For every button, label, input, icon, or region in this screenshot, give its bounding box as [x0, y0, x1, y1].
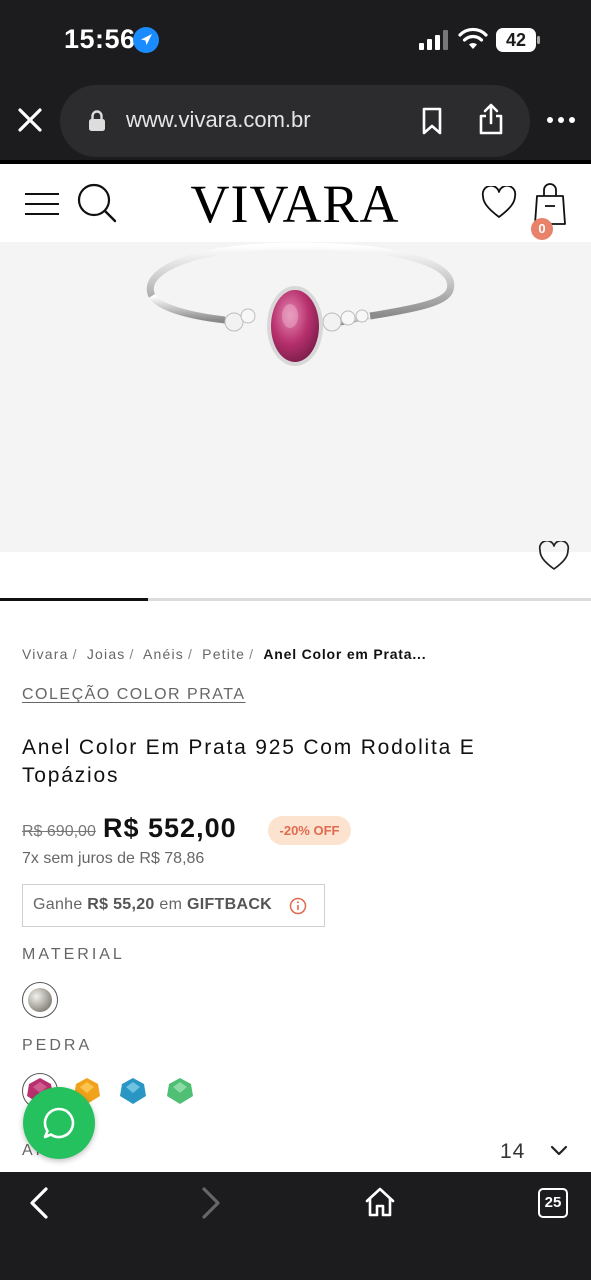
search-icon[interactable]: [76, 182, 118, 224]
material-label: MATERIAL: [22, 946, 125, 963]
old-price: R$ 690,00: [22, 823, 96, 840]
lock-icon: [89, 110, 105, 131]
whatsapp-button[interactable]: [23, 1087, 95, 1159]
breadcrumb-item[interactable]: Joias: [87, 646, 126, 662]
size-select-value[interactable]: 14: [500, 1140, 525, 1164]
forward-icon[interactable]: [196, 1186, 224, 1220]
installments-text: 7x sem juros de R$ 78,86: [22, 850, 205, 867]
ring-image: [146, 242, 455, 366]
breadcrumb: Vivara / Joias / Anéis / Petite / Anel Color…: [22, 646, 427, 662]
location-arrow-icon: [133, 27, 159, 53]
back-icon[interactable]: [26, 1186, 54, 1220]
status-time: 15:56: [64, 24, 136, 54]
site-header: VIVARA 0: [0, 160, 591, 242]
signal-icon: [419, 30, 448, 50]
cart-count-badge: 0: [531, 218, 553, 240]
product-image[interactable]: [0, 242, 591, 552]
heart-icon[interactable]: [481, 186, 517, 220]
tabs-icon[interactable]: 25: [538, 1188, 568, 1218]
favorite-icon[interactable]: [538, 541, 570, 571]
stone-label: PEDRA: [22, 1037, 93, 1054]
current-price: R$ 552,00: [103, 813, 237, 843]
breadcrumb-item[interactable]: Petite: [202, 646, 245, 662]
info-icon[interactable]: [289, 897, 307, 915]
whatsapp-icon: [43, 1107, 75, 1139]
status-bar: 15:56 42: [0, 0, 591, 80]
close-icon[interactable]: [14, 104, 46, 136]
home-icon[interactable]: [364, 1186, 396, 1218]
bottom-toolbar: 25: [0, 1172, 591, 1280]
breadcrumb-item[interactable]: Anéis: [143, 646, 184, 662]
url-text: www.vivara.com.br: [126, 107, 311, 132]
breadcrumb-item[interactable]: Vivara: [22, 646, 69, 662]
stone-swatch-blue-topaz[interactable]: [118, 1076, 148, 1106]
breadcrumb-current: Anel Color em Prata...: [263, 646, 427, 662]
giftback-box: Ganhe R$ 55,20 em GIFTBACK: [22, 884, 325, 927]
carousel-progress: [0, 598, 148, 601]
giftback-word: GIFTBACK: [186, 896, 273, 913]
product-title: Anel Color Em Prata 925 Com Rodolita E T…: [22, 736, 476, 787]
address-bar[interactable]: www.vivara.com.br: [60, 85, 530, 157]
stone-swatch-green[interactable]: [165, 1076, 195, 1106]
giftback-amount: R$ 55,20: [87, 896, 155, 913]
wifi-icon: [458, 27, 488, 49]
menu-icon[interactable]: [24, 192, 60, 216]
giftback-text: Ganhe R$ 55,20 em GIFTBACK: [33, 896, 273, 913]
collection-link[interactable]: COLEÇÃO COLOR PRATA: [22, 686, 246, 704]
bookmark-icon[interactable]: [420, 107, 444, 135]
battery-level: 42: [505, 30, 527, 50]
material-swatch-silver[interactable]: [22, 982, 58, 1018]
more-icon[interactable]: [546, 110, 576, 130]
chevron-down-icon[interactable]: [549, 1143, 569, 1159]
discount-badge: -20% OFF: [268, 816, 351, 845]
browser-bar: www.vivara.com.br: [0, 80, 591, 160]
share-icon[interactable]: [478, 103, 504, 135]
brand-logo[interactable]: VIVARA: [180, 172, 410, 236]
